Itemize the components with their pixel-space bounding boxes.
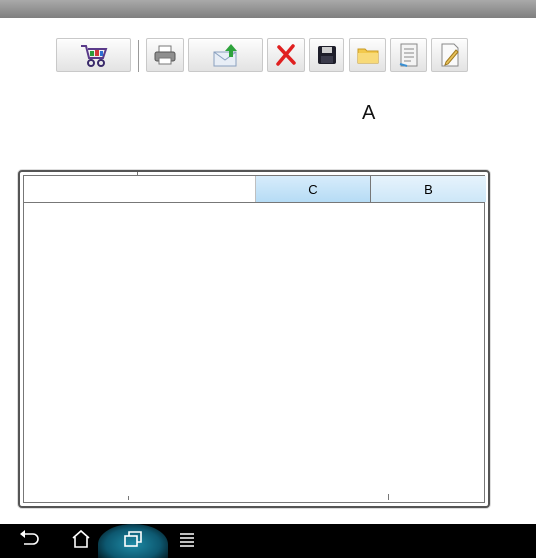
android-nav-bar [0, 524, 536, 558]
cart-icon [79, 42, 109, 68]
document-list-icon [397, 42, 421, 68]
home-icon [70, 529, 92, 554]
mail-upload-icon [211, 42, 241, 68]
menu-button[interactable] [170, 524, 204, 558]
home-button[interactable] [64, 524, 98, 558]
folder-icon [356, 45, 380, 65]
back-icon [18, 529, 40, 553]
close-icon [274, 43, 298, 67]
grid-body: C B [23, 172, 486, 503]
column-tick-mark [137, 172, 138, 175]
recents-button[interactable] [116, 524, 150, 558]
header-divider [24, 202, 484, 203]
back-button[interactable] [12, 524, 46, 558]
column-header-b[interactable]: B [371, 176, 486, 202]
save-button[interactable] [309, 38, 344, 72]
column-header-c[interactable]: C [256, 176, 371, 202]
recents-icon [122, 530, 144, 553]
delete-button[interactable] [267, 38, 305, 72]
report-button[interactable] [390, 38, 427, 72]
menu-icon [178, 530, 196, 553]
cart-button[interactable] [56, 38, 131, 72]
column-tick-mark [128, 496, 129, 500]
column-tick-mark [388, 494, 389, 500]
printer-icon [153, 44, 177, 66]
floppy-icon [316, 44, 338, 66]
data-grid: C B [18, 170, 490, 508]
send-mail-button[interactable] [188, 38, 263, 72]
edit-note-button[interactable] [431, 38, 468, 72]
note-edit-icon [438, 42, 462, 68]
annotation-label: A [362, 102, 376, 124]
open-folder-button[interactable] [349, 38, 386, 72]
toolbar-separator [138, 40, 139, 72]
print-button[interactable] [146, 38, 184, 72]
toolbar [0, 0, 536, 90]
column-header-blank[interactable] [24, 176, 256, 202]
